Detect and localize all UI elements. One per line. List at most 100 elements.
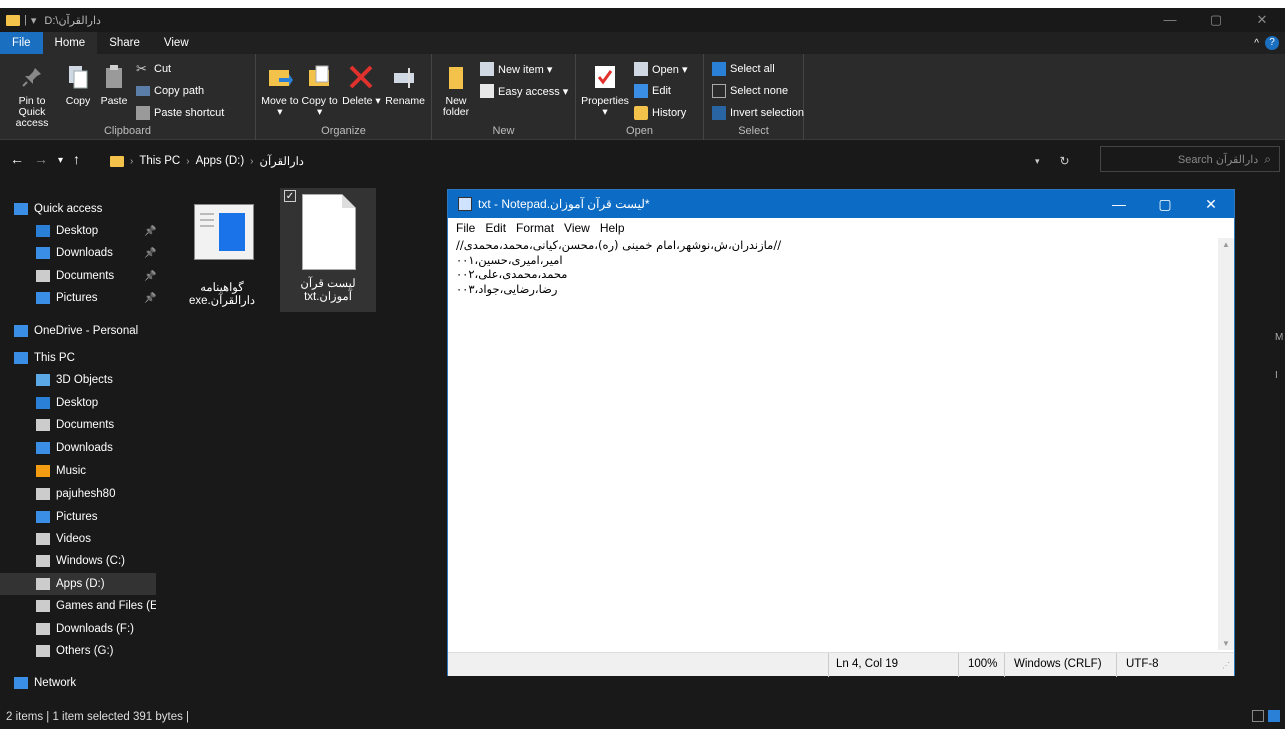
cut-label: Cut	[154, 63, 172, 75]
tab-view[interactable]: View	[152, 32, 201, 54]
sidebar-item[interactable]: Games and Files (E:)	[0, 595, 156, 617]
open-icon	[634, 62, 648, 76]
sidebar-item-label: Others (G:)	[56, 645, 114, 657]
notepad-titlebar: *لیست قرآن آموزان.txt - Notepad — ▢ ✕	[448, 190, 1234, 218]
drive-icon	[36, 600, 50, 612]
resize-grip-icon[interactable]: ⋰	[1222, 661, 1230, 670]
delete-label: Delete ▾	[342, 95, 381, 107]
sidebar-item[interactable]: Videos	[0, 528, 156, 550]
history-button[interactable]: History	[634, 104, 688, 122]
notepad-icon	[458, 197, 472, 211]
open-button[interactable]: Open ▾	[634, 60, 688, 78]
sidebar-item[interactable]: Apps (D:)	[0, 573, 156, 595]
sidebar-item[interactable]: Desktop	[0, 392, 156, 414]
pictures-icon	[36, 292, 50, 304]
invert-selection-button[interactable]: Invert selection	[712, 104, 804, 122]
new-item-button[interactable]: New item ▾	[480, 60, 568, 78]
sidebar-item[interactable]: Network	[0, 672, 156, 694]
menu-view[interactable]: View	[564, 221, 590, 235]
sidebar-item[interactable]: Pictures	[0, 506, 156, 528]
menu-format[interactable]: Format	[516, 221, 554, 235]
sidebar-item[interactable]: Pictures 📌	[0, 287, 156, 309]
forward-arrow-icon[interactable]: →	[34, 151, 48, 171]
notepad-maximize-button[interactable]: ▢	[1142, 190, 1188, 218]
notepad-vertical-scrollbar[interactable]: ▲ ▼	[1218, 238, 1234, 650]
sidebar-item[interactable]: Windows (C:)	[0, 550, 156, 572]
file-name-txt-line2: آموزان.txt	[304, 291, 352, 303]
pictures-icon	[36, 511, 50, 523]
tab-file[interactable]: File	[0, 32, 43, 54]
sidebar-item-label: Games and Files (E:)	[56, 600, 156, 612]
up-arrow-icon[interactable]: ↑	[73, 151, 80, 171]
ribbon-right-controls: ^ ?	[1254, 36, 1279, 50]
sidebar-item[interactable]: pajuhesh80	[0, 483, 156, 505]
desktop-icon	[36, 397, 50, 409]
breadcrumb-current-folder[interactable]: دارالقرآن	[260, 154, 304, 168]
sidebar-item-label: Downloads	[56, 247, 113, 259]
sidebar-item[interactable]: 3D Objects	[0, 369, 156, 391]
new-group-label: New	[492, 125, 515, 137]
sidebar-item[interactable]: This PC	[0, 347, 156, 369]
open-group-label: Open	[626, 125, 653, 137]
recent-dropdown-icon[interactable]: ▾	[58, 151, 63, 171]
back-arrow-icon[interactable]: ←	[10, 151, 24, 171]
sidebar-item-label: Downloads (F:)	[56, 623, 134, 635]
easy-access-button[interactable]: Easy access ▾	[480, 82, 568, 100]
pc-icon	[14, 352, 28, 364]
scroll-down-icon[interactable]: ▼	[1218, 639, 1234, 648]
cut-button[interactable]: ✂ Cut	[136, 60, 224, 78]
collapse-ribbon-icon[interactable]: ^	[1254, 38, 1259, 49]
menu-help[interactable]: Help	[600, 221, 625, 235]
sidebar-item[interactable]: OneDrive - Personal	[0, 320, 156, 342]
sidebar-item-label: This PC	[34, 352, 75, 364]
address-dropdown-icon[interactable]: ▾	[1035, 149, 1040, 173]
tab-share[interactable]: Share	[97, 32, 152, 54]
scroll-up-icon[interactable]: ▲	[1218, 240, 1234, 249]
sidebar-item[interactable]: Downloads 📌	[0, 242, 156, 264]
sidebar-item[interactable]: Quick access	[0, 198, 156, 220]
sidebar-item[interactable]: Desktop 📌	[0, 220, 156, 242]
paste-label: Paste	[100, 95, 128, 107]
select-all-button[interactable]: Select all	[712, 60, 804, 78]
help-icon[interactable]: ?	[1265, 36, 1279, 50]
close-button[interactable]: ✕	[1239, 8, 1285, 32]
sidebar-item[interactable]: Downloads	[0, 437, 156, 459]
checkbox-checked-icon[interactable]: ✓	[284, 190, 296, 202]
address-bar[interactable]: › This PC › Apps (D:) › دارالقرآن	[110, 149, 1090, 173]
file-item-exe[interactable]: گواهینامه دارالقرآن.exe	[174, 190, 270, 316]
invert-selection-label: Invert selection	[730, 107, 804, 119]
file-item-txt[interactable]: ✓ لیست قرآن آموزان.txt	[280, 188, 376, 312]
breadcrumb-this-pc[interactable]: This PC	[139, 155, 180, 167]
edit-button[interactable]: Edit	[634, 82, 688, 100]
rename-icon	[391, 62, 419, 92]
copy-to-label: Copy to ▾	[301, 95, 338, 118]
sidebar-item[interactable]: Downloads (F:)	[0, 618, 156, 640]
sidebar-item[interactable]: Music	[0, 460, 156, 482]
breadcrumb-apps-d[interactable]: Apps (D:)	[196, 155, 245, 167]
notepad-text-area[interactable]: //مازندران،ش،نوشهر،امام خمینی (ره)،محسن،…	[450, 238, 1218, 650]
qat-dropdown-icon[interactable]: ▾	[31, 14, 37, 27]
paste-shortcut-button[interactable]: Paste shortcut	[136, 104, 224, 122]
minimize-button[interactable]: —	[1147, 8, 1193, 32]
sidebar-item[interactable]: Documents 📌	[0, 265, 156, 287]
search-input[interactable]: Search دارالقرآن ⌕	[1100, 146, 1280, 172]
tab-home[interactable]: Home	[42, 32, 98, 54]
select-none-button[interactable]: Select none	[712, 82, 804, 100]
notepad-minimize-button[interactable]: —	[1096, 190, 1142, 218]
large-icons-view-icon[interactable]	[1268, 710, 1280, 722]
details-view-icon[interactable]	[1252, 710, 1264, 722]
pinned-icon: 📌	[144, 225, 156, 237]
menu-file[interactable]: File	[456, 221, 475, 235]
file-name-exe: گواهینامه دارالقرآن.exe	[174, 282, 270, 308]
sidebar-item-label: Pictures	[56, 292, 98, 304]
copy-path-button[interactable]: Copy path	[136, 82, 224, 100]
status-divider	[1116, 653, 1117, 677]
sidebar-item[interactable]: Others (G:)	[0, 640, 156, 662]
menu-edit[interactable]: Edit	[485, 221, 506, 235]
notepad-close-button[interactable]: ✕	[1188, 190, 1234, 218]
sidebar-item[interactable]: Documents	[0, 414, 156, 436]
edit-icon	[634, 84, 648, 98]
properties-label: Properties ▾	[581, 95, 629, 118]
maximize-button[interactable]: ▢	[1193, 8, 1239, 32]
refresh-icon[interactable]: ↻	[1060, 149, 1070, 173]
